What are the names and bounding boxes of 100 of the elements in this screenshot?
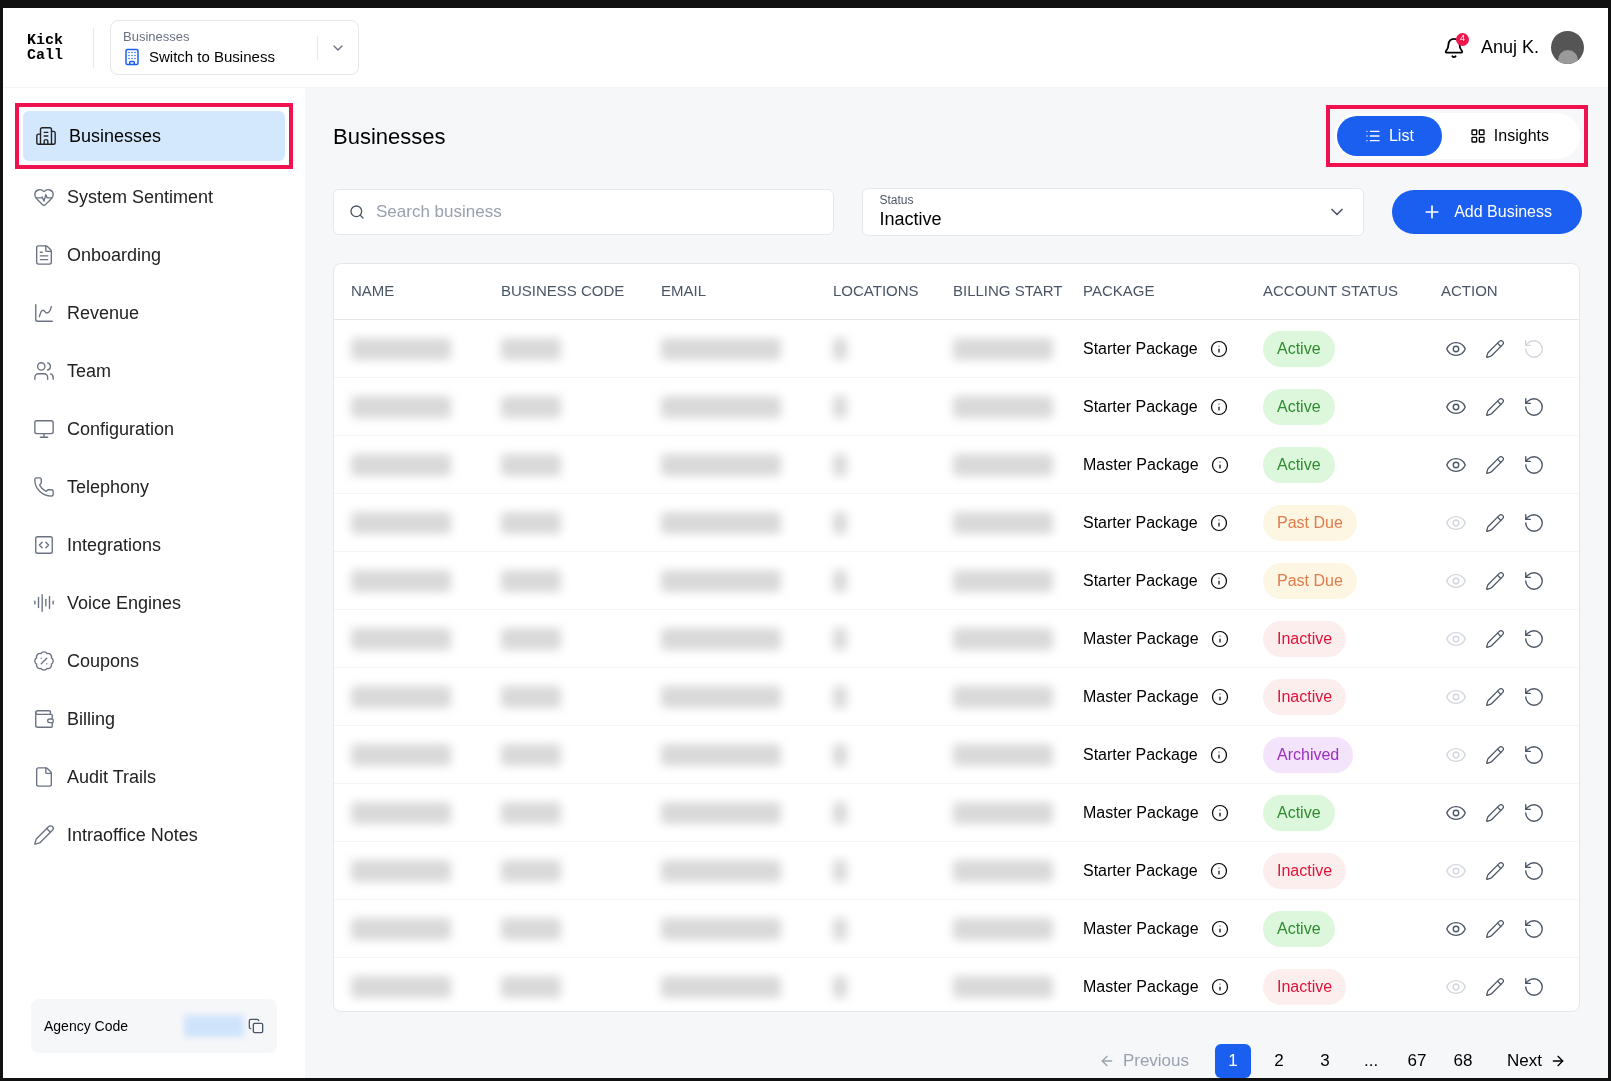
status-value: Inactive [879, 208, 943, 231]
copy-icon[interactable] [248, 1018, 264, 1034]
grid-icon [1469, 128, 1486, 144]
sidebar-item[interactable]: Telephony [21, 462, 287, 512]
file-icon [33, 766, 55, 788]
sidebar-item[interactable]: Team [21, 346, 287, 396]
info-icon[interactable] [1210, 919, 1229, 938]
info-icon[interactable] [1210, 803, 1229, 822]
notification-count: 4 [1455, 32, 1469, 46]
column-header: BILLING START [953, 281, 1064, 302]
info-icon[interactable] [1210, 687, 1229, 706]
restore-icon[interactable] [1523, 511, 1545, 534]
sidebar-item[interactable]: System Sentiment [21, 172, 287, 222]
sidebar-item[interactable]: Onboarding [21, 230, 287, 280]
next-button[interactable]: Next [1507, 1048, 1566, 1074]
table-cell-text: Starter Package [1083, 512, 1198, 533]
table-cell-text: Starter Package [1083, 744, 1198, 765]
redacted-cell [833, 801, 847, 824]
monitor-icon [33, 418, 55, 440]
status-badge: Active [1263, 330, 1335, 367]
heart-pulse-icon [33, 186, 55, 208]
page-button[interactable]: 67 [1399, 1044, 1436, 1078]
business-switcher[interactable]: Businesses Switch to Business [110, 20, 359, 75]
redacted-cell [501, 976, 561, 998]
column-header: PACKAGE [1083, 281, 1156, 302]
page-button[interactable]: 3 [1307, 1044, 1344, 1078]
redacted-cell [833, 627, 847, 650]
restore-icon[interactable] [1523, 627, 1545, 650]
restore-icon[interactable] [1523, 569, 1545, 592]
restore-icon[interactable] [1523, 395, 1545, 418]
page-button[interactable]: 68 [1445, 1044, 1482, 1078]
edit-icon[interactable] [1485, 802, 1505, 823]
sidebar-item[interactable]: Integrations [21, 520, 287, 570]
page-button[interactable]: 2 [1261, 1044, 1298, 1078]
status-badge: Inactive [1263, 852, 1347, 889]
page-button[interactable]: ... [1353, 1044, 1390, 1078]
redacted-cell [833, 569, 847, 592]
edit-icon[interactable] [1485, 396, 1505, 417]
table-cell-text: Master Package [1083, 628, 1199, 649]
table-cell-text: Starter Package [1083, 570, 1198, 591]
info-icon[interactable] [1209, 745, 1228, 764]
sidebar-item[interactable]: Coupons [21, 636, 287, 686]
chart-icon [33, 302, 55, 324]
edit-icon[interactable] [1485, 570, 1505, 591]
restore-icon[interactable] [1523, 976, 1545, 998]
restore-icon[interactable] [1523, 453, 1545, 476]
search-field[interactable]: Search business [333, 189, 835, 235]
sidebar-item[interactable]: Voice Engines [21, 578, 287, 628]
edit-icon[interactable] [1485, 512, 1505, 533]
code-icon [33, 534, 55, 556]
info-icon[interactable] [1210, 455, 1229, 474]
edit-icon[interactable] [1485, 918, 1505, 939]
status-badge: Archived [1263, 736, 1354, 773]
restore-icon[interactable] [1523, 685, 1545, 708]
redacted-cell [833, 917, 847, 940]
info-icon[interactable] [1210, 629, 1229, 648]
logo: Kick Call [27, 32, 64, 63]
redacted-cell [833, 685, 847, 708]
redacted-cell [501, 395, 561, 418]
edit-icon[interactable] [1485, 454, 1505, 475]
add-business-button[interactable]: Add Business [1392, 190, 1582, 234]
sidebar-item[interactable]: Revenue [21, 288, 287, 338]
redacted-cell [501, 859, 561, 882]
restore-icon[interactable] [1523, 917, 1545, 940]
edit-icon[interactable] [1485, 744, 1505, 765]
sidebar-item[interactable]: Audit Trails [21, 752, 287, 802]
avatar[interactable] [1551, 31, 1584, 64]
info-icon[interactable] [1209, 513, 1228, 532]
info-icon[interactable] [1209, 861, 1228, 880]
info-icon[interactable] [1210, 978, 1229, 996]
column-header: EMAIL [661, 281, 707, 302]
restore-icon[interactable] [1523, 801, 1545, 824]
edit-icon[interactable] [1485, 860, 1505, 881]
column-header: ACCOUNT STATUS [1263, 281, 1399, 302]
redacted-cell [833, 976, 847, 998]
page-button[interactable]: 1 [1215, 1044, 1252, 1078]
audio-wave-icon [33, 592, 55, 614]
view-tab[interactable]: Insights [1441, 116, 1577, 156]
sidebar-item[interactable]: Billing [21, 694, 287, 744]
edit-icon[interactable] [1485, 977, 1505, 997]
restore-icon[interactable] [1523, 859, 1545, 882]
status-badge: Active [1263, 794, 1335, 831]
info-icon[interactable] [1209, 339, 1228, 358]
edit-icon[interactable] [1485, 628, 1505, 649]
percent-badge-icon [33, 650, 55, 672]
sidebar-item[interactable]: Configuration [21, 404, 287, 454]
info-icon[interactable] [1209, 571, 1228, 590]
column-header: NAME [351, 281, 396, 302]
redacted-cell [501, 337, 561, 360]
document-icon [33, 244, 55, 266]
edit-icon[interactable] [1485, 338, 1505, 359]
sidebar-item[interactable]: Intraoffice Notes [21, 810, 287, 860]
redacted-cell [833, 511, 847, 534]
redacted-cell [501, 453, 561, 476]
view-tab[interactable]: List [1336, 116, 1442, 156]
restore-icon[interactable] [1523, 743, 1545, 766]
sidebar-item[interactable]: Businesses [23, 111, 285, 161]
status-dropdown[interactable]: Status Inactive [862, 188, 1365, 236]
edit-icon[interactable] [1485, 686, 1505, 707]
info-icon[interactable] [1209, 397, 1228, 416]
